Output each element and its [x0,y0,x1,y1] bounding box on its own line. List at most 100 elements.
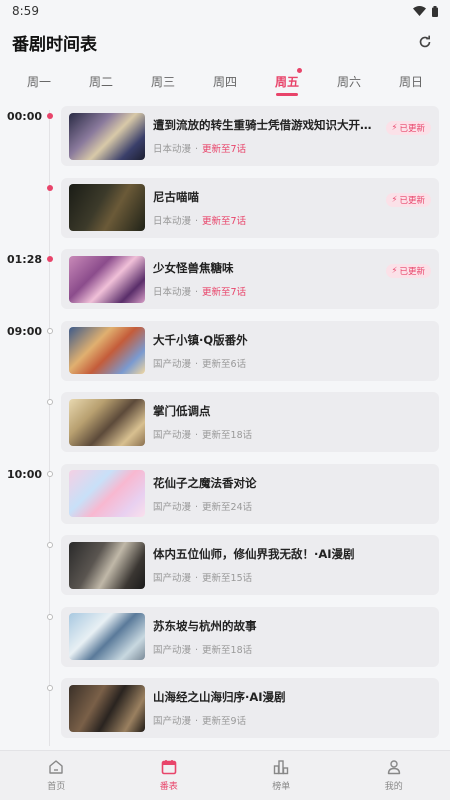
anime-cover [69,255,145,303]
schedule-row: 00:00 遭到流放的转生重骑士凭借游戏知识大开无双 日本动漫 · 更新至7话 ⚡ 已… [0,106,450,178]
anime-title: 少女怪兽焦糖味 [153,261,234,275]
anime-title: 掌门低调点 [153,404,211,418]
anime-meta: 国产动漫 · 更新至18话 [153,644,253,656]
refresh-button[interactable] [414,31,436,53]
nav-label: 番表 [159,782,178,792]
tab-saturday[interactable]: 周六 [320,62,378,100]
tab-label: 周六 [336,74,361,89]
tab-new-dot [297,68,302,73]
anime-category: 国产动漫 [153,430,192,441]
anime-category: 日本动漫 [153,215,192,227]
time-label: 09:00 [6,324,42,338]
status-icons [413,5,438,17]
anime-category: 国产动漫 [153,716,192,727]
day-tabs: 周一 周二 周三 周四 周五 周六 周日 [0,62,450,100]
anime-episode: 更新至7话 [202,287,247,298]
anime-meta: 国产动漫 · 更新至9话 [153,716,247,727]
home-icon [49,760,63,774]
updated-badge: ⚡ 已更新 [385,121,431,135]
schedule-row: 掌门低调点 国产动漫 · 更新至18话 [0,392,450,464]
battery-icon [432,5,438,17]
nav-label: 首页 [47,782,66,792]
timeline-node [47,613,53,620]
tab-label: 周二 [88,74,113,89]
tab-label: 周日 [398,74,423,89]
user-icon [387,760,400,775]
anime-meta: 国产动漫 · 更新至24话 [153,501,253,513]
anime-episode: 更新至9话 [202,716,247,727]
timeline-node [47,542,53,548]
page-title: 番剧时间表 [12,34,97,55]
timeline-node [47,113,53,119]
time-label [0,392,42,396]
anime-title: 尼古喵喵 [153,189,199,204]
status-bar: 8:59 [0,0,450,22]
timeline-node [47,184,53,191]
updated-badge-label: 已更新 [399,195,425,206]
anime-meta: 日本动漫 · 更新至7话 [153,215,247,227]
anime-category: 日本动漫 [153,287,192,298]
status-time: 8:59 [12,4,39,18]
tab-monday[interactable]: 周一 [10,62,68,100]
calendar-icon [161,760,177,775]
tab-sunday[interactable]: 周日 [382,62,440,100]
schedule-row: 体内五位仙师，修仙界我无敌！·AI漫剧 国产动漫 · 更新至15话 [0,535,450,607]
anime-card[interactable]: 体内五位仙师，修仙界我无敌！·AI漫剧 国产动漫 · 更新至15话 [61,535,439,595]
nav-label: 我的 [384,782,403,792]
anime-meta: 日本动漫 · 更新至7话 [153,144,247,155]
tab-friday[interactable]: 周五 [258,62,316,100]
app-header: 番剧时间表 [0,22,450,62]
anime-title: 体内五位仙师，修仙界我无敌！·AI漫剧 [153,547,355,561]
updated-badge: ⚡ 已更新 [385,264,431,278]
anime-cover [69,684,145,732]
anime-card[interactable]: 山海经之山海归序·AI漫剧 国产动漫 · 更新至9话 [61,678,439,738]
schedule-row: 苏东坡与杭州的故事 国产动漫 · 更新至18话 [0,606,450,679]
nav-ranking[interactable]: 榜单 [241,759,321,792]
time-label [0,678,42,682]
anime-meta: 国产动漫 · 更新至6话 [153,358,247,370]
anime-meta: 国产动漫 · 更新至18话 [153,430,253,441]
anime-cover [69,327,145,374]
nav-home[interactable]: 首页 [16,759,96,792]
anime-card[interactable]: 遭到流放的转生重骑士凭借游戏知识大开无双 日本动漫 · 更新至7话 ⚡ 已更新 [61,106,439,166]
anime-meta: 国产动漫 · 更新至15话 [153,573,253,584]
refresh-icon [419,35,431,48]
wifi-icon [413,6,426,16]
anime-episode: 更新至7话 [202,144,247,155]
schedule-timeline[interactable]: 00:00 遭到流放的转生重骑士凭借游戏知识大开无双 日本动漫 · 更新至7话 ⚡ 已… [0,100,450,746]
tab-label: 周一 [26,74,51,89]
time-label: 00:00 [6,110,42,123]
tab-thursday[interactable]: 周四 [196,62,254,100]
anime-card[interactable]: 大千小镇·Q版番外 国产动漫 · 更新至6话 [61,320,439,381]
anime-card[interactable]: 苏东坡与杭州的故事 国产动漫 · 更新至18话 [61,606,439,667]
nav-profile[interactable]: 我的 [354,759,434,792]
updated-badge-label: 已更新 [399,267,425,277]
bolt-icon: ⚡ [391,266,398,276]
anime-title: 苏东坡与杭州的故事 [153,618,257,633]
anime-cover [69,541,145,589]
anime-title: 大千小镇·Q版番外 [153,332,248,347]
anime-cover [69,470,145,517]
tab-label: 周三 [150,74,175,89]
nav-schedule[interactable]: 番表 [129,759,209,792]
anime-episode: 更新至15话 [202,573,253,584]
anime-category: 日本动漫 [153,144,192,155]
schedule-row: 尼古喵喵 日本动漫 · 更新至7话 ⚡ 已更新 [0,177,450,250]
tab-wednesday[interactable]: 周三 [134,62,192,100]
anime-card[interactable]: 尼古喵喵 日本动漫 · 更新至7话 ⚡ 已更新 [61,177,439,238]
timeline-node [47,399,53,405]
anime-card[interactable]: 花仙子之魔法香对论 国产动漫 · 更新至24话 [61,463,439,524]
anime-episode: 更新至6话 [202,358,247,370]
anime-title: 山海经之山海归序·AI漫剧 [153,690,286,704]
nav-label: 榜单 [272,782,291,792]
time-label: 10:00 [6,467,42,481]
anime-title: 花仙子之魔法香对论 [153,475,257,490]
anime-meta: 日本动漫 · 更新至7话 [153,287,247,298]
bottom-nav: 首页 番表 榜单 我的 [0,750,450,800]
anime-category: 国产动漫 [153,573,192,584]
anime-episode: 更新至18话 [202,644,253,656]
anime-card[interactable]: 少女怪兽焦糖味 日本动漫 · 更新至7话 ⚡ 已更新 [61,249,439,309]
anime-episode: 更新至24话 [202,501,253,513]
tab-tuesday[interactable]: 周二 [72,62,130,100]
anime-card[interactable]: 掌门低调点 国产动漫 · 更新至18话 [61,392,439,452]
